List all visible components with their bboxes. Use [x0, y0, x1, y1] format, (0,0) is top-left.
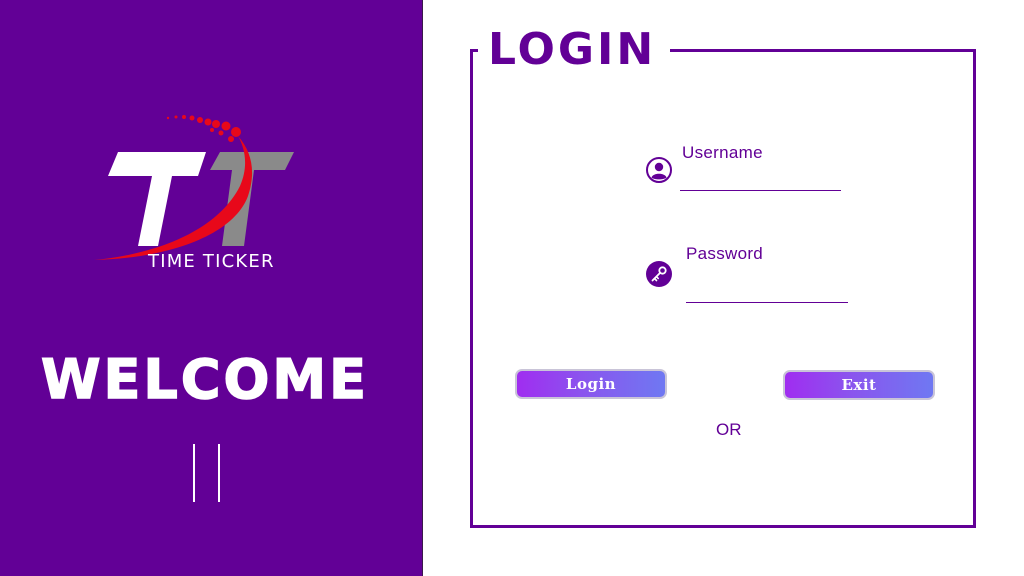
brand-name: TIME TICKER — [148, 251, 275, 272]
login-title: LOGIN — [488, 24, 657, 75]
pause-bar-left — [193, 444, 195, 502]
username-label: Username — [682, 143, 763, 162]
username-input[interactable] — [680, 170, 841, 191]
exit-button[interactable]: Exit — [783, 370, 935, 400]
login-screen: TIME TICKER WELCOME LOGIN Username Passw… — [0, 0, 1024, 576]
key-icon — [646, 261, 672, 287]
welcome-panel: TIME TICKER WELCOME — [0, 0, 422, 576]
welcome-heading: WELCOME — [40, 347, 370, 412]
password-label: Password — [686, 244, 764, 263]
password-input[interactable] — [686, 282, 848, 303]
panel-divider — [422, 0, 423, 576]
pause-bar-right — [218, 444, 220, 502]
user-icon — [646, 157, 672, 183]
login-button[interactable]: Login — [515, 369, 667, 399]
or-separator: OR — [716, 420, 742, 439]
